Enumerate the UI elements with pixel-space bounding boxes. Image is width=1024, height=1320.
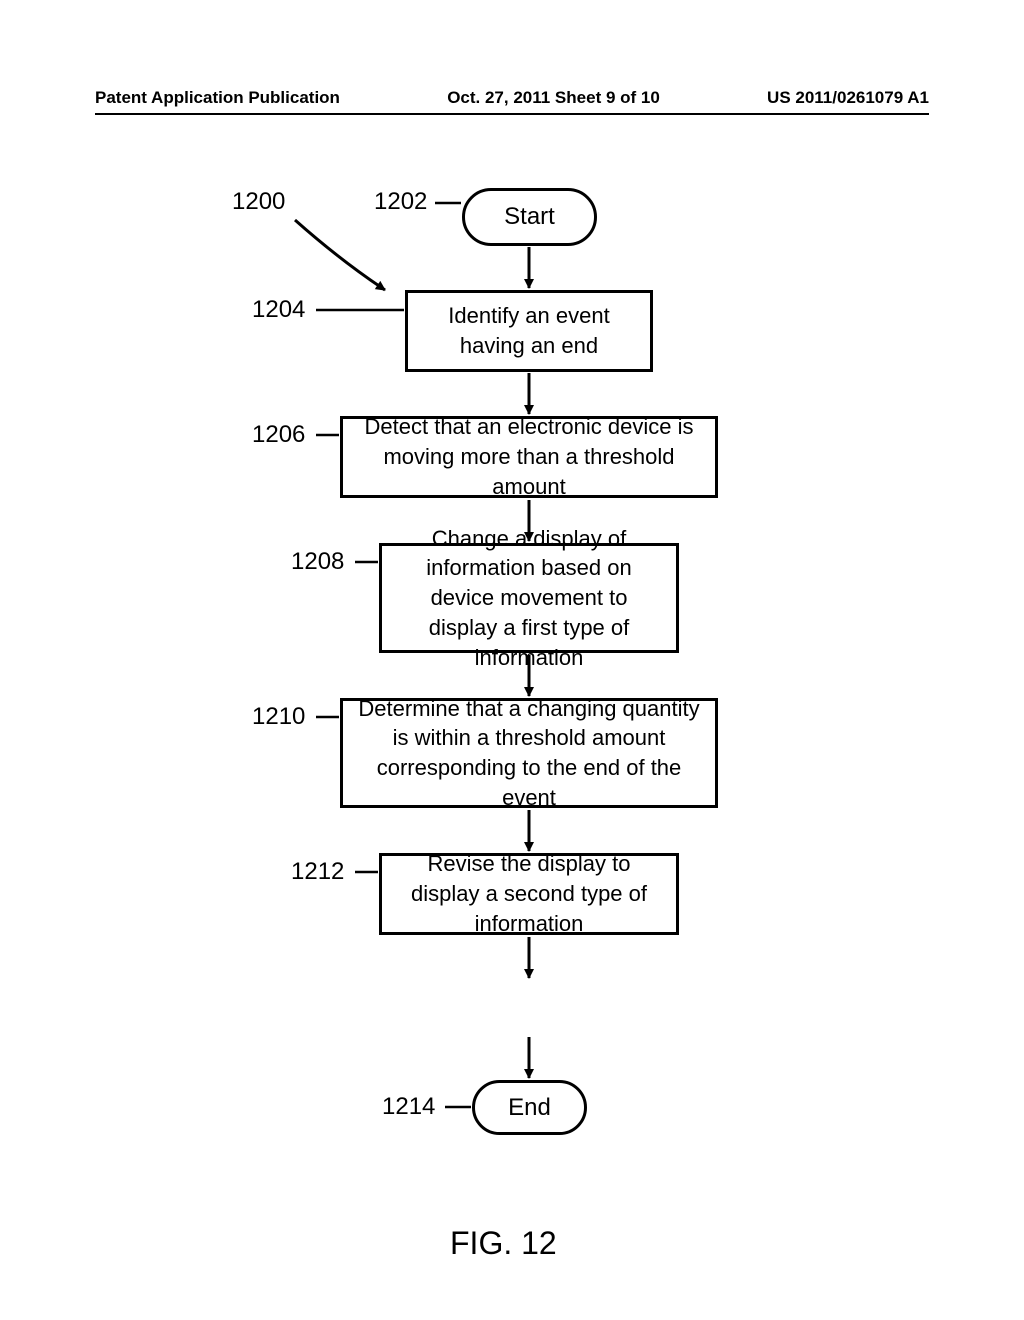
step-1206: Detect that an electronic device is movi…	[340, 416, 718, 498]
ref-1208: 1208	[291, 548, 344, 576]
step-1208-text: Change a display of information based on…	[396, 524, 662, 672]
end-label: End	[508, 1094, 551, 1122]
page-header: Patent Application Publication Oct. 27, …	[95, 88, 929, 108]
step-1210: Determine that a changing quantity is wi…	[340, 698, 718, 808]
ref-1206: 1206	[252, 421, 305, 449]
step-1204: Identify an event having an end	[405, 290, 653, 372]
ref-1204: 1204	[252, 296, 305, 324]
header-center: Oct. 27, 2011 Sheet 9 of 10	[447, 88, 660, 108]
ref-1200: 1200	[232, 188, 285, 216]
step-1208: Change a display of information based on…	[379, 543, 679, 653]
figure-label: FIG. 12	[450, 1225, 557, 1262]
step-1212: Revise the display to display a second t…	[379, 853, 679, 935]
header-rule	[95, 113, 929, 115]
header-right: US 2011/0261079 A1	[767, 88, 929, 108]
ref-1202: 1202	[374, 188, 427, 216]
flowchart-diagram: 1200 1202 1204 1206 1208 1210 1212 1214 …	[0, 150, 1024, 1250]
step-1210-text: Determine that a changing quantity is wi…	[357, 694, 701, 813]
step-1212-text: Revise the display to display a second t…	[396, 849, 662, 938]
end-terminal: End	[472, 1080, 587, 1135]
start-label: Start	[504, 203, 555, 231]
step-1204-text: Identify an event having an end	[422, 301, 636, 360]
ref-1214: 1214	[382, 1093, 435, 1121]
ref-1210: 1210	[252, 703, 305, 731]
start-terminal: Start	[462, 188, 597, 246]
step-1206-text: Detect that an electronic device is movi…	[357, 412, 701, 501]
ref-1212: 1212	[291, 858, 344, 886]
header-left: Patent Application Publication	[95, 88, 340, 108]
